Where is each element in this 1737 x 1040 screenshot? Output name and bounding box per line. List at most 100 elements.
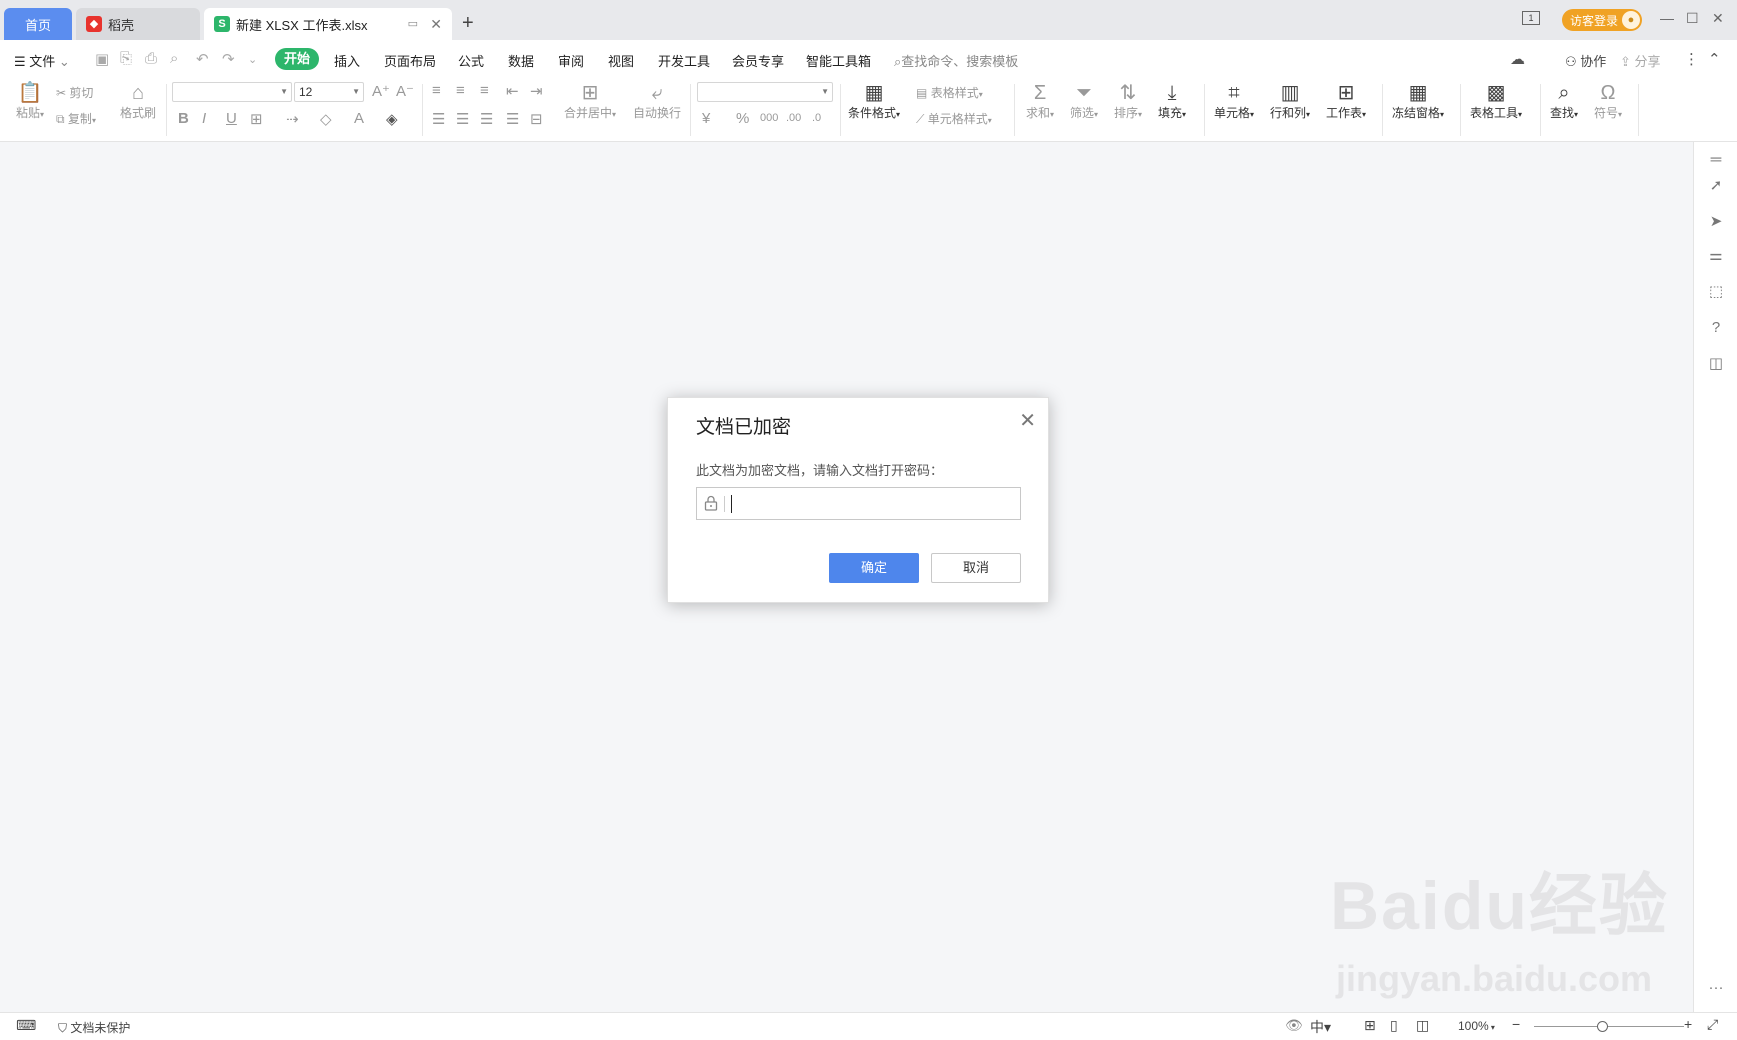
menu-start[interactable]: 开始 [275, 48, 319, 70]
more-dots-icon[interactable]: ··· [1706, 978, 1726, 998]
window-count-icon[interactable]: 1 [1522, 11, 1540, 25]
language-icon[interactable]: 中▾ [1310, 1017, 1331, 1037]
protect-status[interactable]: ⛉ 文档未保护 [58, 1019, 130, 1036]
menu-page-layout[interactable]: 页面布局 [384, 51, 436, 70]
cut-button[interactable]: ✂ 剪切 [56, 84, 93, 101]
increase-font-icon[interactable]: A⁺ [372, 82, 390, 100]
menu-review[interactable]: 审阅 [558, 51, 584, 70]
table-tools-button[interactable]: ▩ 表格工具▾ [1470, 82, 1522, 121]
menu-data[interactable]: 数据 [508, 51, 534, 70]
close-icon[interactable]: ✕ [1019, 408, 1036, 433]
input-mode-icon[interactable]: ⌨ [16, 1017, 36, 1034]
settings-sliders-icon[interactable]: ⚌ [1706, 246, 1726, 266]
thousands-icon[interactable]: 000 [760, 112, 778, 124]
zoom-out-icon[interactable]: − [1512, 1016, 1520, 1032]
maximize-icon[interactable]: ☐ [1686, 10, 1699, 27]
underline-icon[interactable]: U [226, 110, 237, 127]
fullscreen-icon[interactable]: ⤢ [1707, 1016, 1718, 1033]
decrease-font-icon[interactable]: A⁻ [396, 82, 414, 100]
cloud-sync-icon[interactable]: ☁ [1510, 50, 1525, 68]
worksheet-button[interactable]: ⊞ 工作表▾ [1326, 82, 1366, 121]
copy-button[interactable]: ⧉ 复制▾ [56, 110, 96, 127]
find-button[interactable]: ⌕ 查找▾ [1550, 82, 1578, 121]
file-menu[interactable]: ☰ 文件 ⌄ [14, 51, 70, 70]
zoom-level[interactable]: 100% ▾ [1458, 1019, 1495, 1033]
collab-button[interactable]: ⚇ 协作 [1565, 51, 1606, 70]
more-icon[interactable]: ⋮ [1684, 50, 1699, 68]
password-field[interactable] [696, 487, 1021, 520]
font-name-select[interactable]: ▼ [172, 82, 292, 102]
drag-handle-icon[interactable]: ═ [1706, 150, 1726, 170]
justify-icon[interactable]: ☰ [506, 110, 519, 128]
help-icon[interactable]: ? [1706, 318, 1726, 338]
zoom-slider-track[interactable] [1534, 1026, 1684, 1027]
tab-daoke[interactable]: ◆ 稻壳 [76, 8, 200, 40]
customize-qat-icon[interactable]: ⌄ [248, 53, 257, 66]
number-format-select[interactable]: ▼ [697, 82, 833, 102]
export-icon[interactable]: ⎘ [120, 50, 132, 67]
redo-icon[interactable]: ↷ [222, 50, 235, 68]
align-right-icon[interactable]: ☰ [480, 110, 493, 128]
zoom-in-icon[interactable]: + [1684, 1016, 1692, 1032]
table-style-button[interactable]: ▤ 表格样式▾ [916, 84, 983, 101]
tab-document[interactable]: S 新建 XLSX 工作表.xlsx ▭ ✕ [204, 8, 452, 40]
bold-icon[interactable]: B [178, 110, 189, 127]
cancel-button[interactable]: 取消 [931, 553, 1021, 583]
confirm-button[interactable]: 确定 [829, 553, 919, 583]
currency-icon[interactable]: ¥ [702, 110, 710, 127]
symbol-button[interactable]: Ω 符号▾ [1594, 82, 1622, 121]
fill-color-icon[interactable]: ◇ [320, 110, 332, 128]
format-painter-button[interactable]: ⌂ 格式刷 [118, 82, 158, 121]
outdent-icon[interactable]: ⇤ [506, 82, 519, 100]
decrease-decimal-icon[interactable]: .0 [812, 112, 821, 124]
align-middle-icon[interactable]: ≡ [456, 82, 465, 99]
pin-icon[interactable]: ▭ [408, 17, 418, 30]
percent-icon[interactable]: % [736, 110, 749, 127]
freeze-panes-button[interactable]: ▦ 冻结窗格▾ [1392, 82, 1444, 121]
menu-member[interactable]: 会员专享 [732, 51, 784, 70]
align-bottom-icon[interactable]: ≡ [480, 82, 489, 99]
eye-protection-icon[interactable]: 👁 [1285, 1017, 1303, 1034]
merge-center-button[interactable]: ⊞ 合并居中▾ [564, 82, 616, 121]
menu-smart-toolbox[interactable]: 智能工具箱 [806, 51, 871, 70]
menu-view[interactable]: 视图 [608, 51, 634, 70]
page-break-view-icon[interactable]: ◫ [1416, 1017, 1429, 1034]
menu-formula[interactable]: 公式 [458, 51, 484, 70]
save-icon[interactable]: ▣ [95, 50, 109, 68]
password-input[interactable] [729, 490, 1017, 517]
transform-icon[interactable]: ⬚ [1706, 282, 1726, 302]
font-color-icon[interactable]: A [354, 110, 364, 127]
login-button[interactable]: 访客登录 ● [1562, 9, 1642, 31]
minimize-icon[interactable]: — [1660, 10, 1674, 26]
paste-button[interactable]: 📋 粘贴▾ [12, 82, 48, 121]
row-col-button[interactable]: ▥ 行和列▾ [1270, 82, 1310, 121]
cell-style-button[interactable]: ⟋ 单元格样式▾ [916, 110, 992, 127]
border-icon[interactable]: ⊞ [250, 110, 263, 128]
normal-view-icon[interactable]: ⊞ [1364, 1017, 1376, 1034]
undo-icon[interactable]: ↶ [196, 50, 209, 68]
font-size-select[interactable]: 12 ▼ [294, 82, 364, 102]
menu-insert[interactable]: 插入 [334, 51, 360, 70]
share-button[interactable]: ⇪ 分享 [1620, 51, 1661, 70]
indent-icon[interactable]: ⇥ [530, 82, 543, 100]
print-icon[interactable]: ⎙ [145, 50, 157, 67]
close-tab-icon[interactable]: ✕ [430, 16, 442, 33]
menu-developer[interactable]: 开发工具 [658, 51, 710, 70]
zoom-slider-handle[interactable] [1597, 1021, 1608, 1032]
increase-decimal-icon[interactable]: .00 [786, 112, 801, 124]
strikethrough-icon[interactable]: ⇢ [286, 110, 299, 128]
align-left-icon[interactable]: ☰ [432, 110, 445, 128]
backup-icon[interactable]: ◫ [1706, 354, 1726, 374]
filter-button[interactable]: ⏷ 筛选▾ [1070, 82, 1098, 121]
conditional-format-button[interactable]: ▦ 条件格式▾ [848, 82, 900, 121]
close-window-icon[interactable]: ✕ [1712, 10, 1724, 27]
command-search[interactable]: ⌕查找命令、搜索模板 [894, 51, 1018, 70]
rocket-icon[interactable]: ➚ [1706, 176, 1726, 196]
collapse-ribbon-icon[interactable]: ⌃ [1708, 50, 1721, 68]
clear-icon[interactable]: ◈ [386, 110, 398, 128]
page-layout-view-icon[interactable]: ▯ [1390, 1017, 1398, 1034]
italic-icon[interactable]: I [202, 110, 206, 127]
auto-wrap-button[interactable]: ⤶ 自动换行 [633, 82, 681, 121]
print-preview-icon[interactable]: ⌕ [170, 50, 178, 67]
sort-button[interactable]: ⇅ 排序▾ [1114, 82, 1142, 121]
